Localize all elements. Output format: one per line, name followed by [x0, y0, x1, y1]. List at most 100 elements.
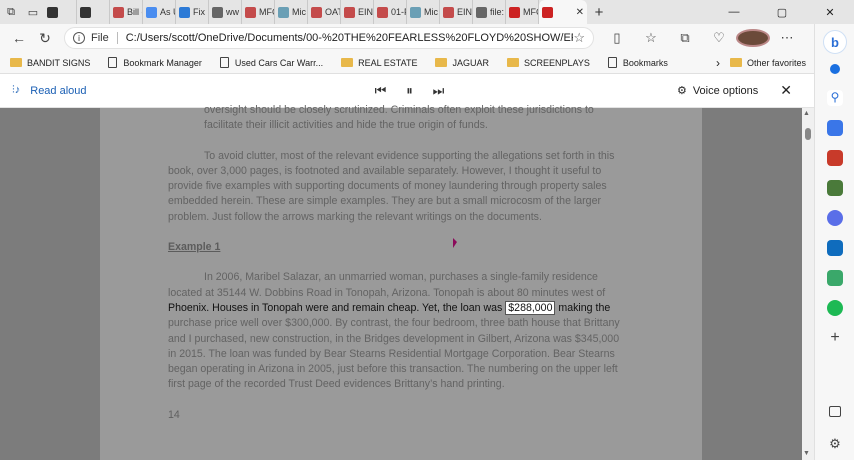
favorites-icon[interactable]: ☆ — [634, 29, 668, 47]
previous-icon[interactable]: ⏮ — [366, 83, 395, 99]
favorite-star-icon[interactable]: ☆ — [573, 30, 585, 46]
info-icon[interactable]: i — [73, 32, 85, 44]
notification-icon[interactable] — [830, 64, 840, 74]
add-icon[interactable]: + — [827, 330, 843, 346]
scroll-down-icon[interactable]: ▼ — [803, 450, 810, 457]
favorite-item[interactable]: Bookmark Manager — [108, 57, 202, 68]
refresh-icon[interactable]: ↻ — [32, 25, 58, 51]
favorite-item[interactable]: SCREENPLAYS — [506, 57, 590, 68]
browser-tab[interactable]: As U — [143, 0, 176, 24]
chevron-right-icon[interactable]: › — [716, 56, 720, 70]
tools-icon[interactable] — [827, 150, 843, 166]
browser-tab[interactable]: Mic — [407, 0, 440, 24]
favorite-label: Used Cars Car Warr... — [234, 57, 324, 68]
search-icon[interactable]: ⚲ — [827, 90, 843, 106]
highlighted-sentence: Phoenix. Houses in Tonopah were and rema… — [168, 301, 503, 314]
spotify-icon[interactable] — [827, 300, 843, 316]
tab-label: Bill c — [127, 7, 142, 17]
favorite-item[interactable]: Used Cars Car Warr... — [219, 57, 324, 68]
address-bar[interactable]: i File C:/Users/scott/OneDrive/Documents… — [64, 27, 594, 49]
browser-tab[interactable]: Fix n — [176, 0, 209, 24]
hide-sidebar-icon[interactable] — [829, 406, 841, 417]
browser-tab[interactable] — [77, 0, 110, 24]
more-icon[interactable]: ⋯ — [770, 29, 804, 47]
shopping-icon[interactable] — [827, 120, 843, 136]
browser-tab[interactable]: EIN — [440, 0, 473, 24]
settings-gear-icon[interactable]: ⚙ — [827, 436, 843, 452]
folder-icon — [506, 58, 519, 67]
highlighted-sentence-end: making the — [558, 301, 611, 314]
profile-avatar[interactable] — [736, 29, 770, 47]
tab-favicon-icon — [245, 6, 256, 18]
browser-tab[interactable]: MFC — [242, 0, 275, 24]
tab-favicon-icon — [443, 6, 454, 18]
divider — [116, 32, 118, 44]
new-tab-button[interactable]: + — [587, 0, 611, 24]
page-icon — [219, 57, 229, 68]
copilot-icon[interactable]: b — [823, 30, 847, 54]
close-window-button[interactable]: ✕ — [806, 0, 854, 24]
workspaces-icon[interactable]: ⧉ — [0, 0, 22, 24]
pause-icon[interactable]: ⏸ — [395, 83, 424, 99]
close-tab-icon[interactable]: ✕ — [576, 7, 584, 18]
scrollbar-thumb[interactable] — [805, 128, 811, 140]
next-icon[interactable]: ⏭ — [424, 83, 453, 99]
games-icon[interactable] — [827, 180, 843, 196]
favorite-item[interactable]: Bookmarks — [607, 57, 668, 68]
maximize-button[interactable]: ▢ — [758, 0, 806, 24]
back-icon[interactable]: ← — [6, 25, 32, 51]
active-tab[interactable]: ✕ — [539, 0, 587, 24]
scroll-up-icon[interactable]: ▲ — [803, 110, 810, 117]
drop-icon[interactable] — [827, 270, 843, 286]
favorite-item[interactable]: BANDIT SIGNS — [10, 58, 90, 68]
browser-essentials-icon[interactable]: ♡ — [702, 29, 736, 47]
tab-label: Fix n — [193, 7, 208, 17]
folder-icon — [10, 58, 22, 67]
read-aloud-icon: ⫶♪ — [12, 84, 21, 96]
page-number: 14 — [168, 408, 180, 421]
browser-tab[interactable] — [44, 0, 77, 24]
browser-tab[interactable]: ww — [209, 0, 242, 24]
tab-favicon-icon — [278, 6, 289, 18]
favorites-bar: BANDIT SIGNS Bookmark Manager Used Cars Ca… — [0, 52, 814, 74]
close-read-aloud-icon[interactable]: ✕ — [780, 82, 792, 99]
other-favorites-label: Other favorites — [746, 57, 806, 68]
pdf-favicon-icon — [542, 6, 553, 18]
paragraph: oversight should be closely scrutinized.… — [204, 104, 594, 132]
other-favorites[interactable]: Other favorites — [729, 57, 806, 68]
minimize-button[interactable]: — — [710, 0, 758, 24]
browser-tab[interactable]: MFC — [506, 0, 539, 24]
tab-label: 01-F — [391, 7, 406, 17]
browser-tab[interactable]: file: — [473, 0, 506, 24]
browser-tab[interactable]: EIN — [341, 0, 374, 24]
example-heading: Example 1 — [168, 241, 221, 254]
favorite-item[interactable]: JAGUAR — [435, 58, 489, 68]
browser-tab[interactable]: Mic — [275, 0, 308, 24]
tab-actions-icon[interactable]: ▭ — [22, 0, 44, 24]
browser-tab[interactable]: OAT — [308, 0, 341, 24]
favorite-item[interactable]: REAL ESTATE — [341, 58, 417, 68]
tab-strip: ⧉ ▭ Bill c As U Fix n ww MFC Mic OAT EIN 01-F Mic… — [0, 0, 854, 24]
voice-options-button[interactable]: Voice options — [693, 85, 758, 97]
favorite-label: BANDIT SIGNS — [27, 57, 91, 68]
paragraph: In 2006, Maribel Salazar, an unmarried w… — [168, 270, 630, 392]
url-text[interactable]: C:/Users/scott/OneDrive/Documents/00-%20… — [126, 32, 574, 44]
read-aloud-label-group: ⫶♪ Read aloud — [12, 84, 87, 97]
voice-options-icon[interactable]: ⚙ — [677, 84, 687, 97]
browser-tab[interactable]: 01-F — [374, 0, 407, 24]
favorite-label: SCREENPLAYS — [523, 57, 590, 68]
tab-favicon-icon — [80, 6, 91, 18]
vertical-scrollbar[interactable] — [802, 108, 814, 460]
tab-favicon-icon — [179, 6, 190, 18]
tab-favicon-icon — [509, 6, 520, 18]
tab-label: MFC — [259, 7, 274, 17]
browser-tab[interactable]: Bill c — [110, 0, 143, 24]
split-screen-icon[interactable]: ▯ — [600, 29, 634, 47]
collections-icon[interactable]: ⧉ — [668, 29, 702, 47]
paragraph-text: In 2006, Maribel Salazar, an unmarried w… — [168, 271, 606, 299]
read-aloud-title: Read aloud — [30, 84, 87, 97]
outlook-icon[interactable] — [827, 240, 843, 256]
microsoft-365-icon[interactable] — [827, 210, 843, 226]
folder-icon — [729, 58, 742, 67]
favorite-label: Bookmarks — [622, 57, 668, 68]
